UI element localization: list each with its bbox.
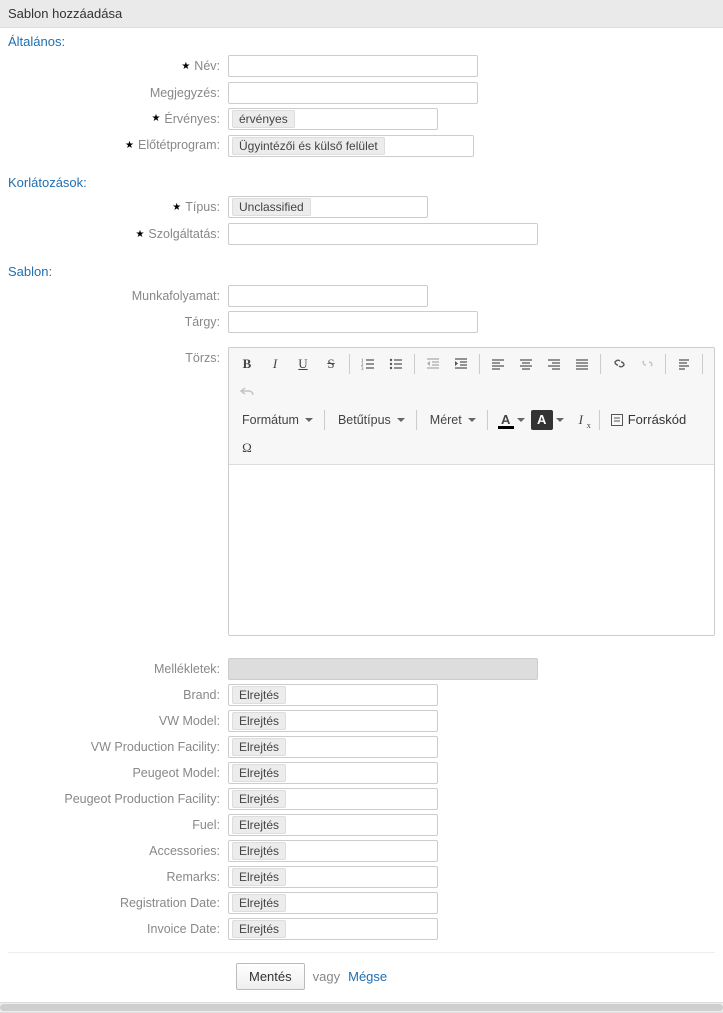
caret-down-icon[interactable] <box>556 418 564 422</box>
valid-tag: érvényes <box>232 110 295 128</box>
fuel-select[interactable]: Elrejtés <box>228 814 438 836</box>
remarks-select[interactable]: Elrejtés <box>228 866 438 888</box>
unlink-button[interactable] <box>634 351 660 377</box>
label-frontend: Előtétprogram: <box>138 138 220 152</box>
label-attachments: Mellékletek: <box>154 662 220 676</box>
ordered-list-button[interactable]: 123 <box>355 351 381 377</box>
vw-facility-select[interactable]: Elrejtés <box>228 736 438 758</box>
align-center-button[interactable] <box>513 351 539 377</box>
label-accessories: Accessories: <box>149 844 220 858</box>
undo-button[interactable] <box>234 379 260 405</box>
editor-body[interactable] <box>229 465 714 635</box>
font-label: Betűtípus <box>338 413 391 427</box>
section-restrictions: Korlátozások: <box>0 169 723 192</box>
indent-button[interactable] <box>448 351 474 377</box>
label-reg-date: Registration Date: <box>120 896 220 910</box>
label-workflow: Munkafolyamat: <box>132 289 220 303</box>
format-combo[interactable]: Formátum <box>234 407 319 433</box>
page-header: Sablon hozzáadása <box>0 0 723 28</box>
label-peugeot-facility: Peugeot Production Facility: <box>64 792 220 806</box>
remove-format-button[interactable] <box>671 351 697 377</box>
italic-button[interactable]: I <box>262 351 288 377</box>
bg-color-button[interactable]: A <box>531 410 553 430</box>
source-button[interactable]: Forráskód <box>604 407 693 433</box>
label-peugeot-model: Peugeot Model: <box>132 766 220 780</box>
font-combo[interactable]: Betűtípus <box>330 407 411 433</box>
caret-down-icon <box>468 418 476 422</box>
size-label: Méret <box>430 413 462 427</box>
accessories-select[interactable]: Elrejtés <box>228 840 438 862</box>
label-body: Törzs: <box>185 351 220 365</box>
label-subject: Tárgy: <box>185 315 220 329</box>
or-text: vagy <box>313 969 340 984</box>
rich-text-editor: B I U S 123 <box>228 347 715 636</box>
toolbar-separator <box>414 354 415 374</box>
subject-input[interactable] <box>228 311 478 333</box>
toolbar-separator <box>416 410 417 430</box>
toolbar-separator <box>665 354 666 374</box>
toolbar-separator <box>324 410 325 430</box>
label-brand: Brand: <box>183 688 220 702</box>
frontend-tag: Ügyintézői és külső felület <box>232 137 385 155</box>
outdent-button[interactable] <box>420 351 446 377</box>
label-vw-facility: VW Production Facility: <box>91 740 220 754</box>
valid-select[interactable]: érvényes <box>228 108 438 130</box>
toolbar-separator <box>600 354 601 374</box>
underline-button[interactable]: U <box>290 351 316 377</box>
source-label: Forráskód <box>628 412 687 427</box>
save-button[interactable]: Mentés <box>236 963 305 990</box>
reg-date-select[interactable]: Elrejtés <box>228 892 438 914</box>
label-valid: Érvényes: <box>164 112 220 126</box>
align-right-button[interactable] <box>541 351 567 377</box>
format-label: Formátum <box>242 413 299 427</box>
service-input[interactable] <box>228 223 538 245</box>
link-button[interactable] <box>606 351 632 377</box>
name-input[interactable] <box>228 55 478 77</box>
align-left-button[interactable] <box>485 351 511 377</box>
attachments-field[interactable] <box>228 658 538 680</box>
editor-toolbar: B I U S 123 <box>229 348 714 465</box>
clear-format-button[interactable]: Ix <box>568 407 594 433</box>
text-color-button[interactable]: A <box>493 407 519 433</box>
toolbar-separator <box>702 354 703 374</box>
toolbar-separator <box>599 410 600 430</box>
toolbar-separator <box>349 354 350 374</box>
inv-date-select[interactable]: Elrejtés <box>228 918 438 940</box>
cancel-link[interactable]: Mégse <box>348 969 387 984</box>
bold-button[interactable]: B <box>234 351 260 377</box>
label-fuel: Fuel: <box>192 818 220 832</box>
label-vw-model: VW Model: <box>159 714 220 728</box>
brand-select[interactable]: Elrejtés <box>228 684 438 706</box>
caret-down-icon <box>397 418 405 422</box>
workflow-input[interactable] <box>228 285 428 307</box>
label-name: Név: <box>194 59 220 73</box>
source-icon <box>610 413 624 427</box>
label-service: Szolgáltatás: <box>148 227 220 241</box>
strike-button[interactable]: S <box>318 351 344 377</box>
label-inv-date: Invoice Date: <box>147 922 220 936</box>
svg-text:3: 3 <box>361 367 364 371</box>
scrollbar-thumb[interactable] <box>0 1004 723 1011</box>
peugeot-facility-select[interactable]: Elrejtés <box>228 788 438 810</box>
label-remarks: Remarks: <box>167 870 220 884</box>
peugeot-model-select[interactable]: Elrejtés <box>228 762 438 784</box>
horizontal-scrollbar[interactable] <box>0 1002 723 1013</box>
label-type: Típus: <box>185 200 220 214</box>
section-template: Sablon: <box>0 258 723 281</box>
toolbar-separator <box>479 354 480 374</box>
label-comment: Megjegyzés: <box>150 86 220 100</box>
vw-model-select[interactable]: Elrejtés <box>228 710 438 732</box>
page-title: Sablon hozzáadása <box>8 6 122 21</box>
frontend-select[interactable]: Ügyintézői és külső felület <box>228 135 474 157</box>
special-char-button[interactable]: Ω <box>234 435 260 461</box>
caret-down-icon <box>305 418 313 422</box>
type-tag: Unclassified <box>232 198 311 216</box>
unordered-list-button[interactable] <box>383 351 409 377</box>
type-select[interactable]: Unclassified <box>228 196 428 218</box>
comment-input[interactable] <box>228 82 478 104</box>
section-general: Általános: <box>0 28 723 51</box>
toolbar-separator <box>487 410 488 430</box>
size-combo[interactable]: Méret <box>422 407 482 433</box>
align-justify-button[interactable] <box>569 351 595 377</box>
